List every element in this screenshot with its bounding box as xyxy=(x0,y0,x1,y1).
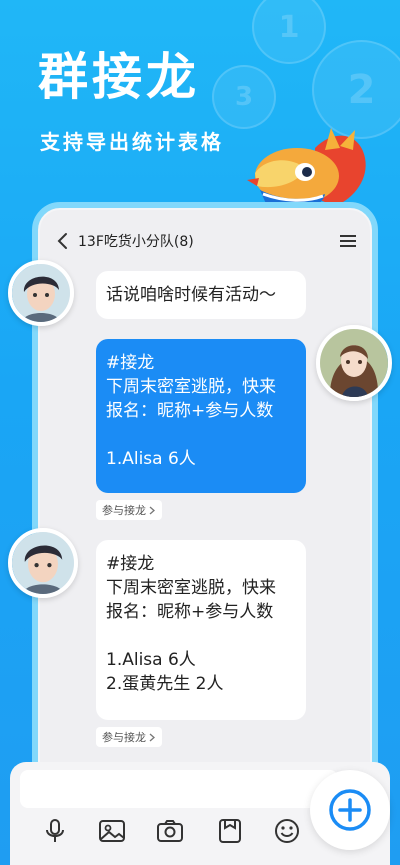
join-chip-label: 参与接龙 xyxy=(102,504,146,517)
microphone-icon[interactable] xyxy=(40,816,70,846)
message-text: 下周末密室逃脱，快来 xyxy=(106,377,276,397)
message-text: #接龙 xyxy=(106,554,155,574)
message-bubble-own[interactable]: #接龙 下周末密室逃脱，快来 报名：昵称+参与人数 1.Alisa 6人 xyxy=(96,339,306,493)
message-bubble[interactable]: #接龙 下周末密室逃脱，快来 报名：昵称+参与人数 1.Alisa 6人 2.蛋… xyxy=(96,540,306,720)
avatar-boy[interactable] xyxy=(8,260,74,326)
plus-icon xyxy=(329,789,371,831)
image-icon[interactable] xyxy=(97,816,127,846)
message-spacer xyxy=(106,624,296,648)
message-text: 下周末密室逃脱，快来 xyxy=(106,578,276,598)
chat-header: 13F吃货小分队(8) xyxy=(38,226,372,256)
message-text: 1.Alisa 6人 xyxy=(106,449,196,469)
hamburger-menu-icon[interactable] xyxy=(340,234,356,248)
bg-number: 2 xyxy=(347,66,376,113)
avatar-girl-icon xyxy=(320,329,388,397)
join-solitaire-chip[interactable]: 参与接龙 xyxy=(96,727,162,747)
camera-icon[interactable] xyxy=(155,816,185,846)
bg-number-circle: 2 xyxy=(312,40,400,139)
add-button[interactable] xyxy=(310,770,390,850)
avatar-boy-icon xyxy=(12,532,74,594)
message-text: #接龙 xyxy=(106,353,155,373)
chevron-left-icon[interactable] xyxy=(54,232,72,250)
message-text: 报名：昵称+参与人数 xyxy=(106,602,274,622)
chat-title: 13F吃货小分队(8) xyxy=(78,234,194,250)
chevron-right-icon xyxy=(149,733,155,741)
message-text: 2.蛋黄先生 2人 xyxy=(106,674,224,694)
avatar-girl[interactable] xyxy=(316,325,392,401)
message-text: 话说咱啥时候有活动～ xyxy=(106,285,276,305)
message-text: 报名：昵称+参与人数 xyxy=(106,401,274,421)
bg-number: 1 xyxy=(278,9,300,45)
promo-subline: 支持导出统计表格 xyxy=(40,130,224,154)
promo-headline: 群接龙 xyxy=(38,48,200,106)
join-solitaire-chip[interactable]: 参与接龙 xyxy=(96,500,162,520)
avatar-boy[interactable] xyxy=(8,528,78,598)
folder-icon[interactable] xyxy=(215,816,245,846)
chevron-right-icon xyxy=(149,506,155,514)
bg-number: 3 xyxy=(234,82,254,112)
message-spacer xyxy=(106,423,296,447)
message-bubble[interactable]: 话说咱啥时候有活动～ xyxy=(96,271,306,319)
bg-number-circle: 3 xyxy=(212,65,276,129)
bg-number-circle: 1 xyxy=(252,0,326,64)
message-input[interactable] xyxy=(20,770,338,808)
avatar-boy-icon xyxy=(12,264,70,322)
emoji-icon[interactable] xyxy=(272,816,302,846)
message-text: 1.Alisa 6人 xyxy=(106,650,196,670)
join-chip-label: 参与接龙 xyxy=(102,731,146,744)
